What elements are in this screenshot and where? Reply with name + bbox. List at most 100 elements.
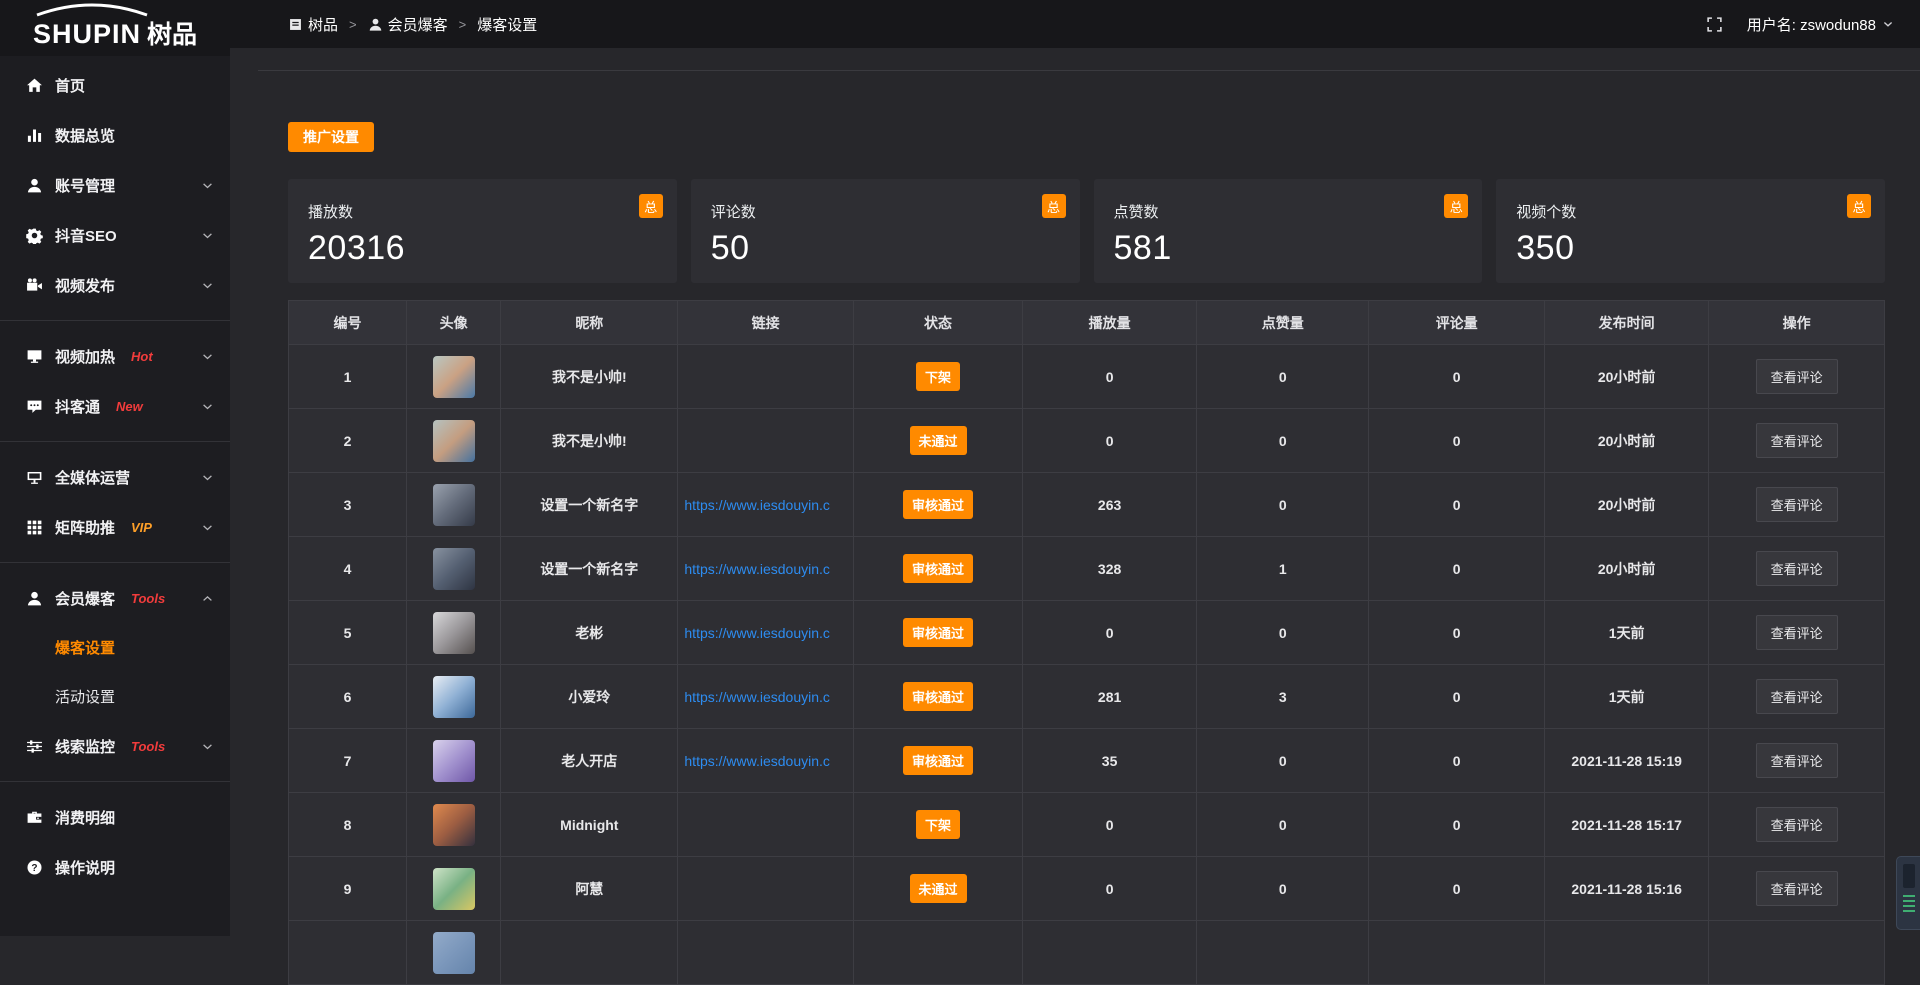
- cell-id: 8: [289, 793, 407, 857]
- view-comments-button[interactable]: 查看评论: [1756, 423, 1838, 458]
- cell-status: 下架: [853, 345, 1022, 409]
- stat-card-label: 播放数: [308, 201, 657, 222]
- sidebar-item-clue-monitor[interactable]: 线索监控Tools: [0, 721, 230, 771]
- view-comments-button[interactable]: 查看评论: [1756, 551, 1838, 586]
- table-row: 1我不是小帅!下架00020小时前查看评论: [289, 345, 1885, 409]
- stat-card-value: 581: [1114, 229, 1463, 268]
- cell-likes: [1197, 921, 1369, 985]
- cell-likes: 0: [1197, 409, 1369, 473]
- sidebar-item-label: 抖客通: [55, 396, 100, 417]
- cell-action: 查看评论: [1709, 537, 1885, 601]
- stat-card-total-badge: 总: [639, 194, 663, 218]
- sidebar-item-account-manage[interactable]: 账号管理: [0, 160, 230, 210]
- stat-card-label: 点赞数: [1114, 201, 1463, 222]
- chevron-down-icon: [201, 471, 214, 484]
- view-comments-button[interactable]: 查看评论: [1756, 871, 1838, 906]
- cell-avatar: [407, 409, 501, 473]
- sidebar-item-badge: Tools: [131, 591, 165, 606]
- view-comments-button[interactable]: 查看评论: [1756, 487, 1838, 522]
- video-link[interactable]: https://www.iesdouyin.c: [678, 689, 853, 705]
- breadcrumb-separator: >: [349, 17, 357, 32]
- stat-card-total-badge: 总: [1042, 194, 1066, 218]
- cell-action: 查看评论: [1709, 729, 1885, 793]
- username-label: 用户名: zswodun88: [1747, 14, 1876, 35]
- chevron-down-icon: [201, 521, 214, 534]
- topbar: 树品>会员爆客>爆客设置 用户名: zswodun88: [230, 0, 1920, 48]
- avatar: [433, 548, 475, 590]
- topbar-right: 用户名: zswodun88: [1706, 14, 1894, 35]
- svg-text:?: ?: [31, 862, 37, 873]
- sidebar-subitem-activity-settings[interactable]: 活动设置: [0, 672, 230, 721]
- table-row: 6小爱玲https://www.iesdouyin.c审核通过281301天前查…: [289, 665, 1885, 729]
- view-comments-button[interactable]: 查看评论: [1756, 359, 1838, 394]
- cell-published: 2021-11-28 15:19: [1544, 729, 1708, 793]
- cell-id: 1: [289, 345, 407, 409]
- cell-likes: 0: [1197, 793, 1369, 857]
- sidebar-item-matrix-boost[interactable]: 矩阵助推VIP: [0, 502, 230, 552]
- floating-widget[interactable]: [1896, 856, 1920, 930]
- logo[interactable]: SHUPIN树品: [0, 0, 230, 56]
- cell-plays: 0: [1023, 601, 1197, 665]
- video-link[interactable]: https://www.iesdouyin.c: [678, 753, 853, 769]
- sidebar-item-member-baoke[interactable]: 会员爆客Tools: [0, 573, 230, 623]
- sidebar-subitem-baoke-settings[interactable]: 爆客设置: [0, 623, 230, 672]
- cell-comments: 0: [1369, 473, 1545, 537]
- status-badge: 下架: [916, 810, 960, 839]
- cell-avatar: [407, 921, 501, 985]
- video-link[interactable]: https://www.iesdouyin.c: [678, 497, 853, 513]
- sidebar-item-label: 消费明细: [55, 807, 115, 828]
- sidebar-item-video-heating[interactable]: 视频加热Hot: [0, 331, 230, 381]
- sidebar-item-douketong[interactable]: 抖客通New: [0, 381, 230, 431]
- cell-likes: 3: [1197, 665, 1369, 729]
- sidebar-item-media-operation[interactable]: 全媒体运营: [0, 452, 230, 502]
- stat-card-total-badge: 总: [1847, 194, 1871, 218]
- cell-comments: 0: [1369, 409, 1545, 473]
- cell-plays: 0: [1023, 857, 1197, 921]
- stat-card-comments: 评论数50总: [691, 179, 1080, 283]
- gear-icon: [26, 227, 43, 244]
- sidebar-item-video-publish[interactable]: 视频发布: [0, 260, 230, 310]
- sidebar-item-data-overview[interactable]: 数据总览: [0, 110, 230, 160]
- screen-icon: [26, 469, 43, 486]
- stat-card-likes: 点赞数581总: [1094, 179, 1483, 283]
- breadcrumb-item-shupin[interactable]: 树品: [288, 14, 338, 35]
- sidebar-item-badge: VIP: [131, 520, 152, 535]
- sidebar-item-spend-detail[interactable]: 消费明细: [0, 792, 230, 842]
- cell-comments: 0: [1369, 729, 1545, 793]
- cell-action: 查看评论: [1709, 409, 1885, 473]
- video-link[interactable]: https://www.iesdouyin.c: [678, 625, 853, 641]
- floating-widget-bars: [1903, 895, 1915, 912]
- view-comments-button[interactable]: 查看评论: [1756, 615, 1838, 650]
- sidebar-item-operation-guide[interactable]: ?操作说明: [0, 842, 230, 892]
- breadcrumb-separator: >: [459, 17, 467, 32]
- cell-status: 未通过: [853, 857, 1022, 921]
- breadcrumb-label: 会员爆客: [388, 14, 448, 35]
- cell-comments: 0: [1369, 345, 1545, 409]
- cell-id: 7: [289, 729, 407, 793]
- cell-link: https://www.iesdouyin.c: [678, 473, 854, 537]
- table-row: 7老人开店https://www.iesdouyin.c审核通过35002021…: [289, 729, 1885, 793]
- view-comments-button[interactable]: 查看评论: [1756, 807, 1838, 842]
- sidebar-item-home[interactable]: 首页: [0, 60, 230, 110]
- username-dropdown[interactable]: 用户名: zswodun88: [1747, 14, 1894, 35]
- view-comments-button[interactable]: 查看评论: [1756, 743, 1838, 778]
- stat-card-value: 20316: [308, 229, 657, 268]
- cell-action: 查看评论: [1709, 665, 1885, 729]
- promo-settings-button[interactable]: 推广设置: [288, 122, 374, 152]
- video-link[interactable]: https://www.iesdouyin.c: [678, 561, 853, 577]
- cell-plays: 0: [1023, 793, 1197, 857]
- sidebar-item-douyin-seo[interactable]: 抖音SEO: [0, 210, 230, 260]
- view-comments-button[interactable]: 查看评论: [1756, 679, 1838, 714]
- cell-avatar: [407, 793, 501, 857]
- cell-plays: 263: [1023, 473, 1197, 537]
- stat-card-label: 评论数: [711, 201, 1060, 222]
- sidebar-item-label: 视频发布: [55, 275, 115, 296]
- avatar: [433, 932, 475, 974]
- monitor-icon: [26, 348, 43, 365]
- fullscreen-icon[interactable]: [1706, 16, 1723, 33]
- logo-mark: SHUPIN树品: [33, 5, 197, 51]
- avatar: [433, 484, 475, 526]
- breadcrumb-item-member-baoke[interactable]: 会员爆客: [368, 14, 448, 35]
- chart-icon: [26, 127, 43, 144]
- chevron-down-icon: [1882, 18, 1894, 30]
